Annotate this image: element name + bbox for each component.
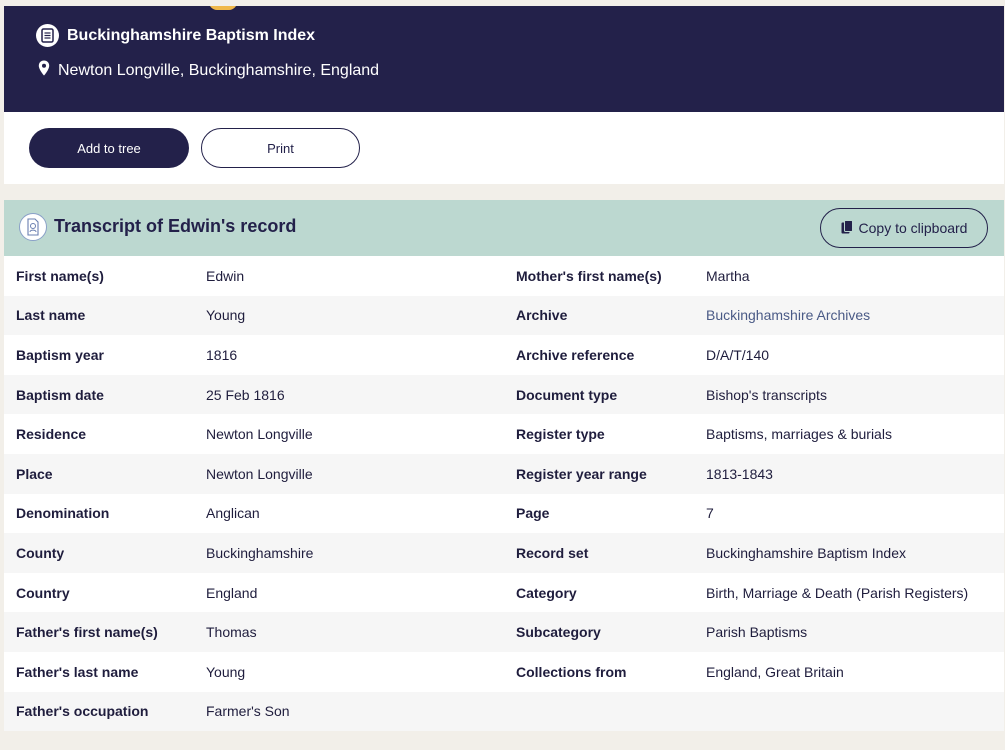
table-row: First name(s) Edwin Mother's first name(s)… — [4, 256, 1004, 296]
field-label: Father's occupation — [16, 703, 149, 720]
field-label: Category — [516, 584, 577, 601]
table-row: Residence Newton Longville Register type Ba… — [4, 414, 1004, 454]
field-value: England — [206, 584, 258, 601]
field-value: D/A/T/140 — [706, 346, 770, 363]
field-value: Farmer's Son — [206, 703, 290, 720]
field-label: Denomination — [16, 505, 110, 522]
map-pin-icon — [38, 60, 50, 81]
archive-link[interactable]: Buckinghamshire Archives — [706, 296, 870, 336]
field-value: 25 Feb 1816 — [206, 386, 285, 403]
field-label: Residence — [16, 426, 87, 443]
field-label: Place — [16, 465, 53, 482]
table-row: Father's occupation Farmer's Son — [4, 691, 1004, 732]
field-label: County — [16, 544, 65, 561]
field-value: Baptisms, marriages & burials — [706, 426, 892, 443]
field-label: Archive — [516, 307, 568, 324]
field-label: Last name — [16, 307, 86, 324]
field-label: Page — [516, 505, 550, 522]
copy-label: Copy to clipboard — [858, 220, 968, 236]
copy-to-clipboard-button[interactable]: Copy to clipboard — [820, 208, 988, 248]
table-row: Baptism date 25 Feb 1816 Document type Bish… — [4, 374, 1004, 415]
copy-icon — [841, 219, 853, 237]
field-value: 1813-1843 — [706, 465, 773, 482]
field-value: 1816 — [206, 346, 238, 363]
add-to-tree-button[interactable]: Add to tree — [29, 128, 189, 168]
field-value: Edwin — [206, 267, 245, 284]
field-value: 7 — [706, 505, 714, 522]
table-row: County Buckinghamshire Record set Buckingha… — [4, 533, 1004, 573]
print-button[interactable]: Print — [201, 128, 360, 168]
header-decoration — [209, 6, 237, 10]
field-value: Young — [206, 307, 246, 324]
table-row: Baptism year 1816 Archive reference D/A/T/1… — [4, 335, 1004, 375]
field-label: Mother's first name(s) — [516, 267, 662, 284]
table-row: Last name Young Archive Buckinghamshire Arc… — [4, 295, 1004, 336]
collection-title-link[interactable]: Buckinghamshire Baptism Index — [67, 27, 315, 45]
document-icon — [36, 24, 59, 47]
field-label: Record set — [516, 544, 589, 561]
field-label: Father's last name — [16, 663, 139, 680]
transcript-icon — [19, 213, 47, 241]
field-label: Register type — [516, 426, 605, 443]
field-value: Martha — [706, 267, 750, 284]
field-label: Baptism date — [16, 386, 104, 403]
collection-line: Buckinghamshire Baptism Index — [36, 24, 315, 47]
field-value: Newton Longville — [206, 426, 313, 443]
transcript-header: Transcript of Edwin's record Copy to cli… — [4, 200, 1004, 256]
field-value: Birth, Marriage & Death (Parish Register… — [706, 584, 969, 601]
record-header: Buckinghamshire Baptism Index Newton Lon… — [4, 6, 1004, 112]
field-value: Young — [206, 663, 246, 680]
field-value: Parish Baptisms — [706, 624, 808, 641]
field-value: England, Great Britain — [706, 663, 844, 680]
field-value: Buckinghamshire Baptism Index — [706, 544, 906, 561]
field-label: First name(s) — [16, 267, 104, 284]
field-label: Document type — [516, 386, 618, 403]
location-line: Newton Longville, Buckinghamshire, Engla… — [38, 60, 379, 81]
table-row: Father's first name(s) Thomas Subcategory P… — [4, 612, 1004, 652]
field-value: Thomas — [206, 624, 257, 641]
field-label: Baptism year — [16, 346, 104, 363]
field-label: Father's first name(s) — [16, 624, 158, 641]
field-label: Country — [16, 584, 70, 601]
field-label: Collections from — [516, 663, 627, 680]
table-row: Denomination Anglican Page 7 — [4, 493, 1004, 534]
table-row: Place Newton Longville Register year range… — [4, 453, 1004, 494]
transcript-table: First name(s) Edwin Mother's first name(s)… — [4, 256, 1004, 732]
action-bar: Add to tree Print — [4, 112, 1004, 184]
field-value: Anglican — [206, 505, 260, 522]
location-text: Newton Longville, Buckinghamshire, Engla… — [58, 61, 380, 79]
field-value: Bishop's transcripts — [706, 386, 827, 403]
transcript-title: Transcript of Edwin's record — [54, 216, 297, 236]
field-value: Newton Longville — [206, 465, 313, 482]
table-row: Country England Category Birth, Marriage & … — [4, 572, 1004, 613]
field-label: Archive reference — [516, 346, 635, 363]
field-label: Subcategory — [516, 624, 601, 641]
table-row: Father's last name Young Collections from E… — [4, 651, 1004, 692]
field-label: Register year range — [516, 465, 647, 482]
field-value: Buckinghamshire — [206, 544, 314, 561]
